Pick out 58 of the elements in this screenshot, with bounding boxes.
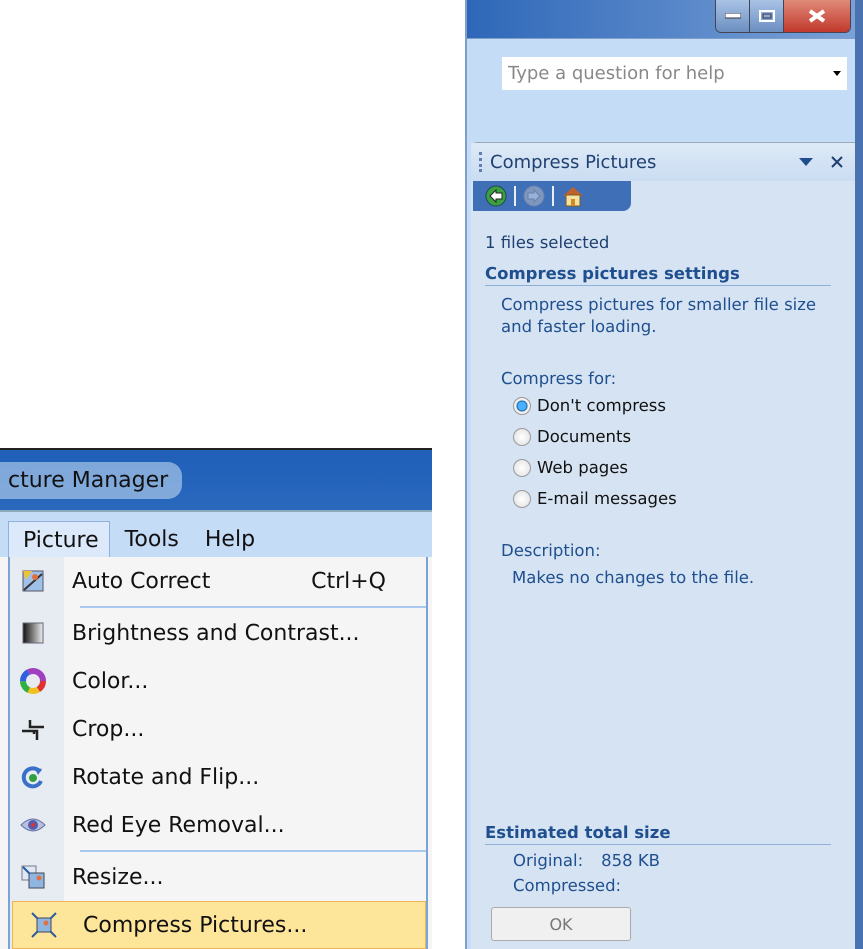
color-wheel-icon [20, 668, 46, 694]
menu-item[interactable]: Crop... [2, 705, 426, 753]
dropdown-arrow-icon [833, 71, 841, 76]
compress-picture-icon [31, 912, 57, 938]
grip-icon [479, 152, 482, 172]
close-button[interactable] [784, 0, 850, 32]
menu-item-label: Brightness and Contrast... [71, 620, 361, 646]
radio-button[interactable] [513, 458, 531, 476]
maximize-button[interactable] [750, 0, 784, 32]
radio-button[interactable] [513, 428, 531, 446]
menu-bar-item[interactable]: Picture [8, 521, 110, 557]
close-icon[interactable] [831, 156, 843, 168]
resize-picture-icon [20, 864, 46, 890]
close-icon [807, 9, 827, 23]
menu-bar-item[interactable]: Tools [110, 520, 190, 557]
description-text: Makes no changes to the file. [511, 568, 756, 587]
menu-item-label: Auto Correct [71, 568, 212, 594]
shortcut-label: Ctrl+Q [311, 568, 387, 594]
minimize-icon [724, 13, 740, 19]
radio-button[interactable] [513, 490, 531, 508]
compress-for-label: Compress for: [500, 368, 618, 390]
radio-option[interactable]: Web pages [513, 456, 853, 479]
menu-item-label: Resize... [71, 864, 164, 890]
home-icon[interactable] [561, 185, 585, 207]
menu-item-label: Rotate and Flip... [71, 764, 260, 790]
radio-option[interactable]: E-mail messages [513, 487, 853, 510]
menu-item[interactable]: Color... [2, 657, 426, 705]
menu-item[interactable]: Red Eye Removal... [2, 801, 426, 849]
wand-picture-icon [20, 568, 46, 594]
radio-option[interactable]: Documents [513, 425, 853, 448]
dropdown-arrow-icon[interactable] [799, 158, 813, 166]
menu-item[interactable]: Brightness and Contrast... [2, 609, 426, 657]
minimize-button[interactable] [716, 0, 750, 32]
gradient-square-icon [20, 620, 46, 646]
compressed-label: Compressed: [513, 876, 622, 895]
menu-item[interactable]: Rotate and Flip... [2, 753, 426, 801]
menu-item-label: Red Eye Removal... [71, 812, 286, 838]
description-label: Description: [500, 540, 602, 562]
section-heading: Compress pictures settings [485, 264, 831, 286]
help-search-field[interactable]: Type a question for help [502, 57, 847, 90]
menu-item[interactable]: Auto Correct Ctrl+Q [2, 557, 426, 605]
original-label: Original: [513, 851, 584, 870]
menu-item-label: Color... [71, 668, 150, 694]
section-heading: Estimated total size [485, 823, 831, 845]
menu-item[interactable]: Compress Pictures... [12, 901, 426, 949]
menu-bar-item[interactable]: Help [190, 520, 266, 557]
menu-item[interactable]: Resize... [2, 853, 426, 901]
menu-item-label: Crop... [71, 716, 146, 742]
eye-icon [20, 816, 46, 834]
menu-item-label: Compress Pictures... [82, 912, 308, 938]
window-title: cture Manager [0, 462, 182, 499]
pane-title: Compress Pictures [490, 152, 658, 172]
maximize-icon [758, 10, 774, 22]
radio-option[interactable]: Don't compress [513, 394, 853, 417]
selection-info: 1 files selected [485, 233, 610, 252]
radio-button[interactable] [513, 396, 531, 414]
settings-description: Compress pictures for smaller file size and faster loading. [500, 294, 818, 338]
original-size: 858 KB [601, 851, 660, 870]
